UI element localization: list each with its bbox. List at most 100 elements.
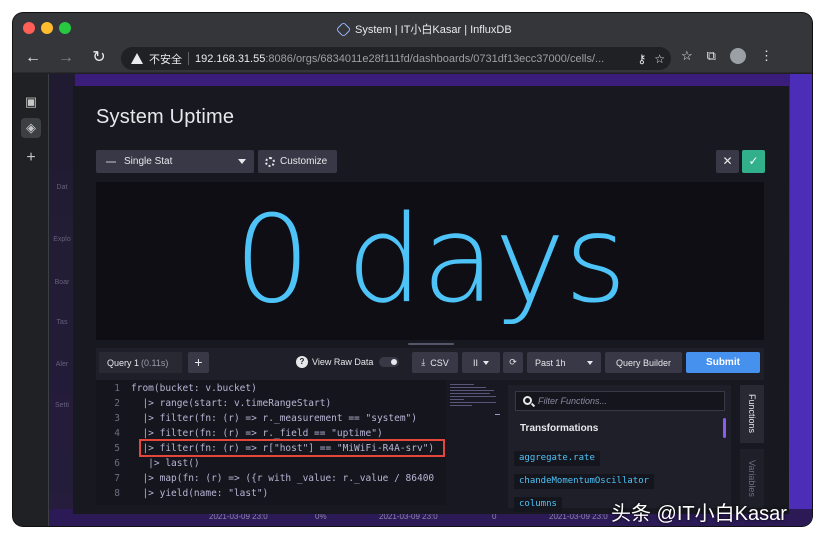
refresh-pause-dropdown[interactable]: II <box>462 352 500 373</box>
influxdb-app-icon[interactable]: ◈ <box>21 118 41 138</box>
code-text: |> map(fn: (r) => ({r with _value: r._va… <box>131 473 435 484</box>
tab-functions[interactable]: Functions <box>740 385 764 443</box>
watermark: 头条 @IT小白Kasar <box>611 503 787 525</box>
address-bar[interactable]: 不安全 192.168.31.55 :8086/orgs/6834011e28f… <box>121 47 671 70</box>
code-text: |> filter(fn: (r) => r._measurement == "… <box>131 413 417 424</box>
line-number: 2 <box>114 398 120 409</box>
app-nav-sidebar: Dat Explo Boar Tas Aler Setti <box>49 74 75 526</box>
add-panel-icon[interactable]: + <box>21 148 41 168</box>
reload-icon[interactable]: ↻ <box>89 48 109 68</box>
insecure-label: 不安全 <box>149 53 182 66</box>
function-item[interactable]: chandeMomentumOscillator <box>514 474 655 489</box>
extensions-icon[interactable]: ⧉ <box>707 48 716 64</box>
key-icon[interactable]: ⚷ <box>637 52 646 66</box>
code-line: 7 |> map(fn: (r) => ({r with _value: r._… <box>96 471 446 486</box>
functions-scrollbar[interactable] <box>723 418 726 438</box>
highlight-box <box>139 439 445 457</box>
visualization-type-dropdown[interactable]: Single Stat <box>96 150 254 173</box>
raw-data-toggle[interactable] <box>379 357 400 367</box>
time-range-dropdown[interactable]: Past 1h <box>527 352 601 373</box>
zoom-window-button[interactable] <box>59 22 71 34</box>
function-item[interactable]: aggregate.rate <box>514 451 600 466</box>
function-item[interactable]: columns <box>514 497 562 512</box>
warning-icon <box>131 53 143 64</box>
minimize-window-button[interactable] <box>41 22 53 34</box>
profile-icon[interactable] <box>729 48 746 64</box>
back-icon[interactable]: ← <box>23 48 43 68</box>
background-panel <box>790 74 812 526</box>
menu-icon[interactable]: ⋮ <box>760 48 773 64</box>
reading-mode-icon[interactable]: ▣ <box>21 92 41 112</box>
filter-functions-placeholder: Filter Functions... <box>538 396 608 406</box>
refresh-button[interactable]: ⟳ <box>503 352 523 373</box>
editor-minimap[interactable] <box>447 380 503 505</box>
cell-editor-overlay: System Uptime Single Stat Customize ✕ ✓ … <box>73 86 789 514</box>
code-text: |> last() <box>131 458 200 469</box>
customize-label: Customize <box>280 156 328 167</box>
add-query-button[interactable]: + <box>188 352 209 373</box>
nav-item-settings[interactable]: Setti <box>51 402 73 409</box>
resize-handle[interactable] <box>408 343 454 345</box>
chevron-down-icon <box>238 159 246 164</box>
nav-item-tasks[interactable]: Tas <box>51 319 73 326</box>
close-window-button[interactable] <box>23 22 35 34</box>
line-number: 7 <box>114 473 120 484</box>
line-number: 1 <box>114 383 120 394</box>
minimap-line <box>450 396 496 397</box>
nav-item-boards[interactable]: Boar <box>51 279 73 286</box>
code-line: 3 |> filter(fn: (r) => r._measurement ==… <box>96 411 446 426</box>
minimap-line <box>450 399 464 400</box>
minimap-line <box>450 405 472 406</box>
nav-item-data[interactable]: Dat <box>51 184 73 191</box>
query-builder-button[interactable]: Query Builder <box>605 352 682 373</box>
submit-button[interactable]: Submit <box>686 352 760 373</box>
page-title[interactable]: System Uptime <box>96 106 234 129</box>
bookmark-star-icon[interactable]: ☆ <box>654 52 665 66</box>
raw-data-toggle-group: ? View Raw Data <box>296 356 400 368</box>
search-icon <box>523 396 532 405</box>
browser-toolbar: ← → ↻ 不安全 192.168.31.55 :8086/orgs/68340… <box>13 43 812 73</box>
filter-functions-input[interactable]: Filter Functions... <box>515 391 725 411</box>
flux-script-editor[interactable]: 1 from(bucket: v.bucket) 2 |> range(start… <box>96 380 446 505</box>
visualization-type-label: Single Stat <box>124 156 173 167</box>
code-text: |> range(start: v.timeRangeStart) <box>131 398 332 409</box>
tab-title[interactable]: System | IT小白Kasar | InfluxDB <box>335 21 512 37</box>
cancel-button[interactable]: ✕ <box>716 150 739 173</box>
query-tab-label: Query 1 <box>107 357 140 368</box>
csv-download-button[interactable]: ⤓ CSV <box>412 352 458 373</box>
minimap-line <box>450 393 490 394</box>
line-number: 5 <box>114 443 120 454</box>
help-icon[interactable]: ? <box>296 356 308 368</box>
browser-side-panel: ▣ ◈ + <box>13 74 49 526</box>
reading-list-icon[interactable]: ☆ <box>681 48 693 64</box>
code-line: 8 |> yield(name: "last") <box>96 486 446 501</box>
customize-button[interactable]: Customize <box>258 150 337 173</box>
query-toolbar: Query 1 (0.11s) + ? View Raw Data ⤓ CSV … <box>96 348 764 380</box>
single-stat-preview: 0 days <box>96 182 764 340</box>
nav-item-explore[interactable]: Explo <box>51 236 73 243</box>
separator <box>188 52 189 65</box>
save-button[interactable]: ✓ <box>742 150 765 173</box>
url-path: :8086/orgs/6834011e28f111fd/dashboards/0… <box>265 52 605 65</box>
tab-query-1[interactable]: Query 1 (0.11s) <box>99 352 182 373</box>
forward-icon[interactable]: → <box>56 48 76 68</box>
url-host: 192.168.31.55 <box>195 52 266 65</box>
line-number: 4 <box>114 428 120 439</box>
nav-item-alerts[interactable]: Aler <box>51 361 73 368</box>
gear-icon <box>265 156 275 167</box>
chevron-down-icon <box>483 360 489 365</box>
time-range-label: Past 1h <box>535 357 566 368</box>
influxdb-app: Dat Explo Boar Tas Aler Setti 2021-03-09… <box>49 74 812 526</box>
single-stat-icon <box>106 160 116 163</box>
query-tab-time: (0.11s) <box>141 357 169 368</box>
functions-category-heading: Transformations <box>520 423 599 434</box>
code-line: 2 |> range(start: v.timeRangeStart) <box>96 396 446 411</box>
refresh-icon: ⟳ <box>509 357 517 367</box>
minimap-line <box>450 387 486 388</box>
line-number: 6 <box>114 458 120 469</box>
download-icon: ⤓ <box>421 357 426 367</box>
title-bar: System | IT小白Kasar | InfluxDB <box>13 13 812 43</box>
csv-label: CSV <box>430 357 449 368</box>
minimap-line <box>450 402 496 403</box>
code-line: 6 |> last() <box>96 456 446 471</box>
